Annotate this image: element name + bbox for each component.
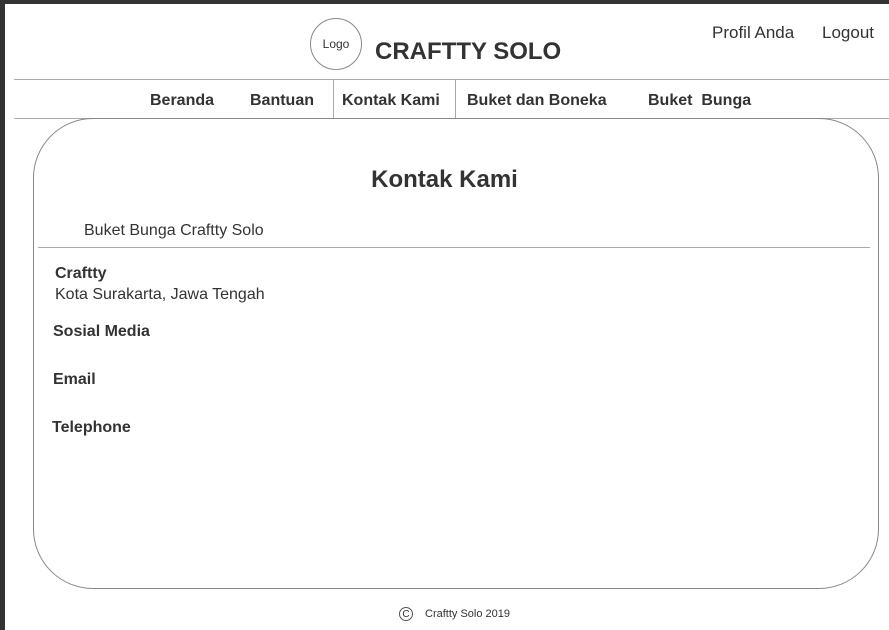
site-title: CRAFTTY SOLO	[375, 38, 562, 65]
page-subtitle: Buket Bunga Craftty Solo	[84, 222, 264, 239]
nav-divider	[455, 80, 456, 118]
logo-text: Logo	[322, 37, 350, 51]
section-divider	[38, 247, 870, 248]
company-name: Craftty	[55, 265, 107, 282]
nav-divider	[333, 80, 334, 118]
nav-item-bantuan[interactable]: Bantuan	[250, 92, 314, 110]
email-label: Email	[53, 371, 96, 388]
nav-item-kontak-kami[interactable]: Kontak Kami	[342, 92, 440, 110]
page-title: Kontak Kami	[371, 166, 518, 193]
site-footer: C Craftty Solo 2019	[399, 607, 510, 621]
nav-item-buket-dan-boneka[interactable]: Buket dan Boneka	[467, 92, 607, 110]
social-media-label: Sosial Media	[53, 323, 150, 340]
copyright-icon: C	[399, 607, 413, 621]
company-address: Kota Surakarta, Jawa Tengah	[55, 286, 265, 303]
site-logo[interactable]: Logo	[310, 18, 362, 70]
main-nav: Beranda Bantuan Kontak Kami Buket dan Bo…	[14, 80, 889, 119]
nav-item-beranda[interactable]: Beranda	[150, 92, 214, 110]
logout-link[interactable]: Logout	[822, 23, 874, 43]
profile-link[interactable]: Profil Anda	[712, 23, 794, 43]
telephone-label: Telephone	[52, 419, 131, 436]
footer-text: Craftty Solo 2019	[425, 608, 510, 620]
nav-item-buket-bunga[interactable]: Buket Bunga	[648, 92, 751, 110]
site-header: Logo CRAFTTY SOLO Profil Anda Logout	[14, 4, 889, 80]
